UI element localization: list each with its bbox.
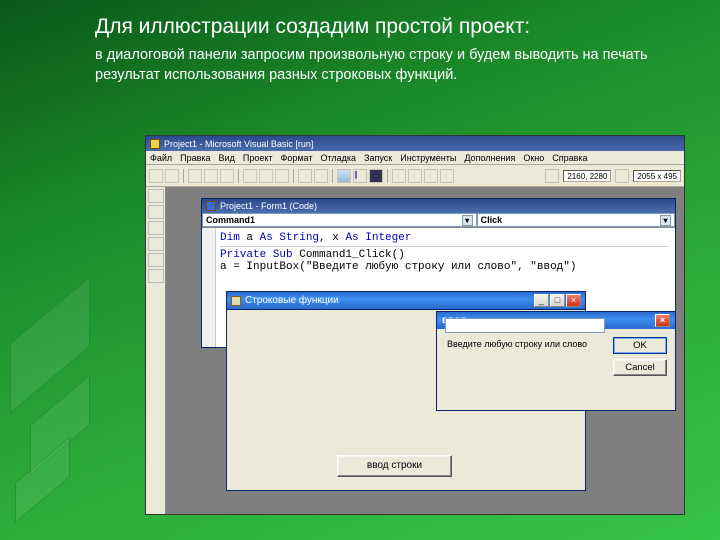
code-margin <box>202 228 216 347</box>
screenshot-container: Project1 - Microsoft Visual Basic [run] … <box>145 135 685 515</box>
toolbox-item[interactable] <box>148 269 164 283</box>
inputbox-text-field[interactable] <box>445 318 605 333</box>
code-line: a = InputBox("Введите любую строку или с… <box>220 261 669 273</box>
menu-file[interactable]: Файл <box>150 153 172 163</box>
pause-button[interactable]: ∥ <box>353 169 367 183</box>
inputbox-dialog: ввод × Введите любую строку или слово OK… <box>436 311 676 411</box>
menu-format[interactable]: Формат <box>281 153 313 163</box>
code-window-titlebar: Project1 - Form1 (Code) <box>202 199 675 213</box>
vb-app-icon <box>150 139 160 149</box>
size-icon <box>615 169 629 183</box>
size-readout: 2055 x 495 <box>633 170 681 182</box>
toolbox-item[interactable] <box>148 237 164 251</box>
toolbar-button[interactable] <box>392 169 406 183</box>
run-button[interactable] <box>337 169 351 183</box>
inputbox-prompt: Введите любую строку или слово <box>447 339 597 349</box>
close-button[interactable]: × <box>566 294 581 307</box>
chevron-down-icon[interactable]: ▾ <box>462 215 473 226</box>
inputbox-body: Введите любую строку или слово OK Cancel <box>437 329 675 341</box>
ok-button[interactable]: OK <box>613 337 667 354</box>
code-window-title: Project1 - Form1 (Code) <box>220 201 317 211</box>
object-combo[interactable]: Command1 ▾ <box>202 213 477 227</box>
maximize-button[interactable]: □ <box>550 294 565 307</box>
vb-toolbox <box>146 187 166 514</box>
toolbar-button[interactable] <box>259 169 273 183</box>
cancel-button[interactable]: Cancel <box>613 359 667 376</box>
form-icon <box>231 296 241 306</box>
slide-body: в диалоговой панели запросим произвольну… <box>95 46 655 85</box>
toolbar-separator <box>183 169 184 183</box>
toolbox-item[interactable] <box>148 205 164 219</box>
vb-menubar: Файл Правка Вид Проект Формат Отладка За… <box>146 151 684 165</box>
position-readout: 2160, 2280 <box>563 170 611 182</box>
toolbar-button[interactable] <box>220 169 234 183</box>
menu-addins[interactable]: Дополнения <box>464 153 515 163</box>
vb-toolbar: ∥ 2160, 2280 2055 x 495 <box>146 165 684 187</box>
toolbar-button[interactable] <box>275 169 289 183</box>
code-line: Dim a As String, x As Integer <box>220 232 669 244</box>
procedure-combo[interactable]: Click ▾ <box>477 213 675 227</box>
menu-help[interactable]: Справка <box>552 153 587 163</box>
toolbar-separator <box>293 169 294 183</box>
code-line: Private Sub Command1_Click() <box>220 249 669 261</box>
menu-tools[interactable]: Инструменты <box>400 153 456 163</box>
toolbox-item[interactable] <box>148 253 164 267</box>
input-string-button[interactable]: ввод строки <box>337 455 452 477</box>
vb-titlebar: Project1 - Microsoft Visual Basic [run] <box>146 136 684 151</box>
app-form-title: Строковые функции <box>245 295 339 306</box>
toolbar-button[interactable] <box>188 169 202 183</box>
toolbar-button[interactable] <box>314 169 328 183</box>
close-button[interactable]: × <box>655 314 670 327</box>
toolbar-button[interactable] <box>149 169 163 183</box>
menu-window[interactable]: Окно <box>523 153 544 163</box>
code-combo-row: Command1 ▾ Click ▾ <box>202 213 675 228</box>
procedure-combo-value: Click <box>481 215 503 225</box>
menu-run[interactable]: Запуск <box>364 153 392 163</box>
code-separator <box>220 246 669 247</box>
chevron-down-icon[interactable]: ▾ <box>660 215 671 226</box>
toolbar-button[interactable] <box>243 169 257 183</box>
code-window-icon <box>206 201 216 211</box>
minimize-button[interactable]: _ <box>534 294 549 307</box>
slide-title: Для иллюстрации создадим простой проект: <box>95 15 655 39</box>
toolbar-button[interactable] <box>204 169 218 183</box>
toolbar-separator <box>238 169 239 183</box>
vb-title-text: Project1 - Microsoft Visual Basic [run] <box>164 139 313 149</box>
menu-project[interactable]: Проект <box>243 153 273 163</box>
toolbar-button[interactable] <box>165 169 179 183</box>
toolbar-button[interactable] <box>424 169 438 183</box>
toolbox-item[interactable] <box>148 221 164 235</box>
menu-edit[interactable]: Правка <box>180 153 210 163</box>
toolbar-separator <box>387 169 388 183</box>
stop-button[interactable] <box>369 169 383 183</box>
toolbar-separator <box>332 169 333 183</box>
toolbar-button[interactable] <box>408 169 422 183</box>
menu-view[interactable]: Вид <box>219 153 235 163</box>
app-form-titlebar[interactable]: Строковые функции _ □ × <box>227 292 585 310</box>
position-icon <box>545 169 559 183</box>
toolbox-item[interactable] <box>148 189 164 203</box>
toolbar-button[interactable] <box>440 169 454 183</box>
menu-debug[interactable]: Отладка <box>320 153 356 163</box>
toolbar-button[interactable] <box>298 169 312 183</box>
object-combo-value: Command1 <box>206 215 255 225</box>
